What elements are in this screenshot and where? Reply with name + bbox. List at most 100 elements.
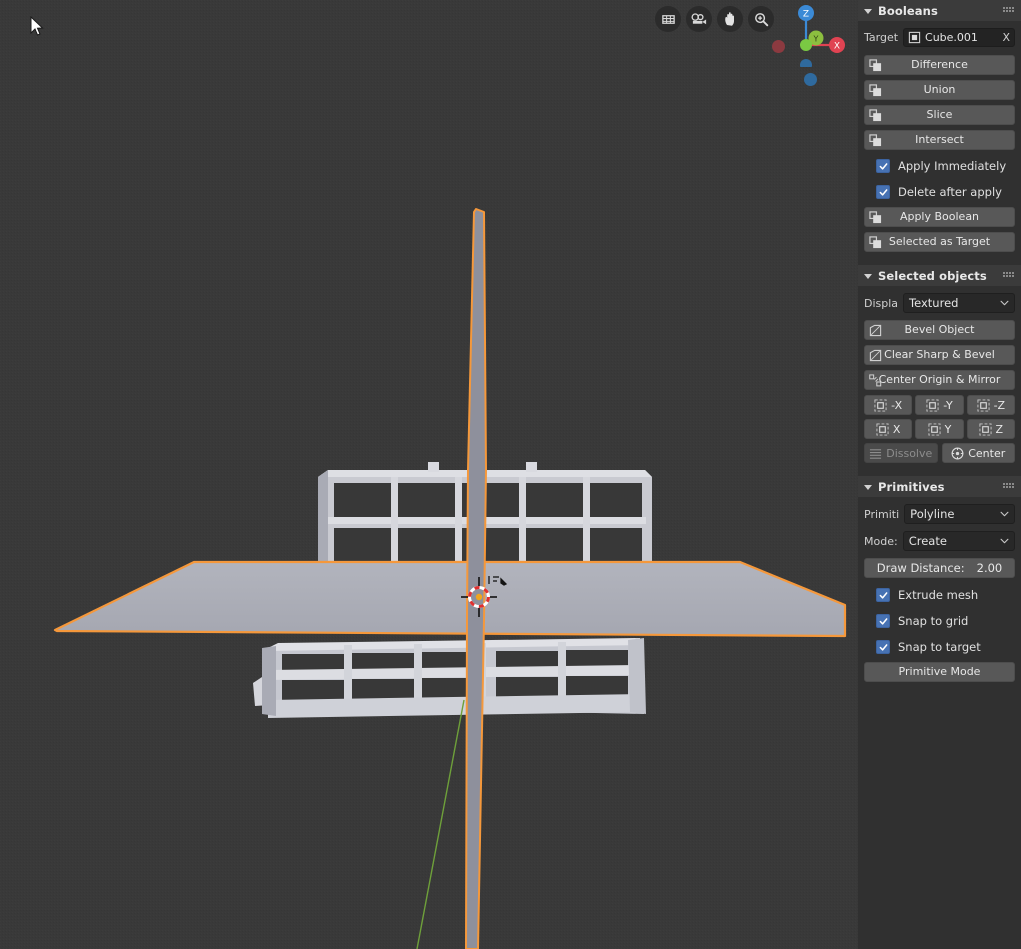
- axis-positive-row: X Y Z: [864, 419, 1015, 439]
- panel-grip-primitives[interactable]: [1003, 483, 1015, 490]
- selected-as-target-label: Selected as Target: [888, 235, 991, 248]
- extrude-mesh-checkbox[interactable]: [876, 588, 890, 602]
- axis-z-label: Z: [995, 422, 1004, 436]
- chevron-down-icon: [1000, 538, 1009, 544]
- dissolve-label: Dissolve: [886, 446, 933, 460]
- boolean-slice-button[interactable]: Slice: [864, 105, 1015, 125]
- display-mode-row: Displa Textured: [864, 293, 1015, 313]
- display-mode-dropdown[interactable]: Textured: [903, 293, 1015, 313]
- boolean-target-clear-button[interactable]: X: [999, 31, 1010, 44]
- boolean-slice-label: Slice: [926, 108, 953, 121]
- apply-immediately-checkbox[interactable]: [876, 159, 890, 173]
- axis-negative-row: -X -Y -Z: [864, 395, 1015, 415]
- primitive-mode-button[interactable]: Primitive Mode: [864, 662, 1015, 682]
- panel-grip-selected-objects[interactable]: [1003, 272, 1015, 279]
- snap-to-target-row[interactable]: Snap to target: [864, 636, 1015, 658]
- delete-after-apply-row[interactable]: Delete after apply: [864, 181, 1015, 203]
- panel-body-selected-objects: Displa Textured Bevel Object Clear Sharp…: [858, 286, 1021, 471]
- primitive-mode-value: Create: [908, 534, 947, 548]
- navigation-gizmo[interactable]: Z X Y: [793, 2, 858, 67]
- axis-neg-y-button[interactable]: -Y: [915, 395, 964, 415]
- snap-to-grid-checkbox[interactable]: [876, 614, 890, 628]
- mouse-pointer-icon: [30, 16, 44, 36]
- panel-body-primitives: Primiti Polyline Mode: Create Draw Dista…: [858, 497, 1021, 690]
- snap-to-target-label: Snap to target: [898, 640, 981, 654]
- snap-to-grid-label: Snap to grid: [898, 614, 969, 628]
- draw-distance-label: Draw Distance:: [876, 561, 965, 575]
- gizmo-neg-z-handle[interactable]: [804, 73, 817, 86]
- axis-icon: [928, 422, 941, 436]
- gizmo-axis-y-label: Y: [813, 34, 819, 43]
- snap-to-grid-row[interactable]: Snap to grid: [864, 610, 1015, 632]
- gizmo-neg-x-handle[interactable]: [772, 40, 785, 53]
- delete-after-apply-checkbox[interactable]: [876, 185, 890, 199]
- axis-neg-y-label: -Y: [943, 398, 953, 412]
- snap-to-target-checkbox[interactable]: [876, 640, 890, 654]
- bevel-icon: [869, 349, 882, 362]
- gizmo-axis-x-label: X: [834, 42, 840, 52]
- panel-collapse-triangle-primitives[interactable]: [864, 484, 872, 490]
- primitive-type-dropdown[interactable]: Polyline: [904, 504, 1015, 524]
- apply-boolean-button[interactable]: Apply Boolean: [864, 207, 1015, 227]
- axis-z-button[interactable]: Z: [966, 419, 1015, 439]
- boolean-target-field[interactable]: Cube.001 X: [903, 28, 1015, 47]
- panel-title-booleans: Booleans: [878, 3, 938, 18]
- bevel-object-label: Bevel Object: [904, 323, 975, 336]
- panel-body-booleans: Target Cube.001 X Difference Union Slice…: [858, 21, 1021, 260]
- boolean-difference-button[interactable]: Difference: [864, 55, 1015, 75]
- apply-immediately-row[interactable]: Apply Immediately: [864, 155, 1015, 177]
- pan-view-icon[interactable]: [717, 6, 743, 32]
- viewport-3d[interactable]: Z X Y: [0, 0, 858, 949]
- clear-sharp-bevel-button[interactable]: Clear Sharp & Bevel: [864, 345, 1015, 365]
- bevel-object-button[interactable]: Bevel Object: [864, 320, 1015, 340]
- panel-header-booleans[interactable]: Booleans: [858, 0, 1021, 21]
- primitive-mode-label: Mode:: [864, 534, 898, 548]
- panel-grip-booleans[interactable]: [1003, 7, 1015, 14]
- dissolve-center-row: Dissolve Center: [864, 443, 1015, 463]
- center-origin-mirror-button[interactable]: Center Origin & Mirror: [864, 370, 1015, 390]
- primitive-mode-dropdown[interactable]: Create: [902, 531, 1015, 551]
- viewport-gizmo-group: Z X Y: [648, 0, 858, 100]
- selected-as-target-button[interactable]: Selected as Target: [864, 232, 1015, 252]
- boolean-icon: [869, 109, 882, 122]
- boolean-icon: [869, 134, 882, 147]
- axis-x-button[interactable]: X: [864, 419, 913, 439]
- boolean-union-label: Union: [923, 83, 956, 96]
- delete-after-apply-label: Delete after apply: [898, 185, 1002, 199]
- axis-x-label: X: [892, 422, 901, 436]
- extrude-mesh-row[interactable]: Extrude mesh: [864, 584, 1015, 606]
- axis-neg-z-button[interactable]: -Z: [966, 395, 1015, 415]
- zoom-view-icon[interactable]: [748, 6, 774, 32]
- apply-boolean-label: Apply Boolean: [899, 210, 980, 223]
- panel-collapse-triangle-selected-objects[interactable]: [864, 273, 872, 279]
- panel-header-primitives[interactable]: Primitives: [858, 476, 1021, 497]
- boolean-target-label: Target: [864, 31, 899, 44]
- panel-title-primitives: Primitives: [878, 479, 945, 494]
- axis-neg-x-button[interactable]: -X: [864, 395, 913, 415]
- center-button[interactable]: Center: [941, 443, 1015, 463]
- apply-immediately-label: Apply Immediately: [898, 159, 1007, 173]
- camera-view-icon[interactable]: [686, 6, 712, 32]
- dissolve-icon: [870, 448, 882, 459]
- shelf-unit-lower: [253, 638, 646, 718]
- axis-icon: [926, 398, 939, 412]
- axis-icon: [876, 422, 889, 436]
- display-mode-label: Displa: [864, 296, 899, 310]
- primitive-type-value: Polyline: [910, 507, 955, 521]
- axis-y-button[interactable]: Y: [915, 419, 964, 439]
- boolean-intersect-button[interactable]: Intersect: [864, 130, 1015, 150]
- boolean-icon: [869, 211, 882, 224]
- axis-icon: [874, 398, 887, 412]
- boolean-icon: [869, 84, 882, 97]
- object-data-icon: [908, 31, 921, 44]
- primitive-type-row: Primiti Polyline: [864, 504, 1015, 524]
- dissolve-button[interactable]: Dissolve: [864, 443, 938, 463]
- chevron-down-icon: [1000, 511, 1009, 517]
- toggle-xray-icon[interactable]: [655, 6, 681, 32]
- panel-collapse-triangle-booleans[interactable]: [864, 8, 872, 14]
- boolean-union-button[interactable]: Union: [864, 80, 1015, 100]
- center-icon: [951, 447, 964, 459]
- panel-header-selected-objects[interactable]: Selected objects: [858, 265, 1021, 286]
- draw-distance-slider[interactable]: Draw Distance: 2.00: [864, 558, 1015, 578]
- extrude-mesh-label: Extrude mesh: [898, 588, 979, 602]
